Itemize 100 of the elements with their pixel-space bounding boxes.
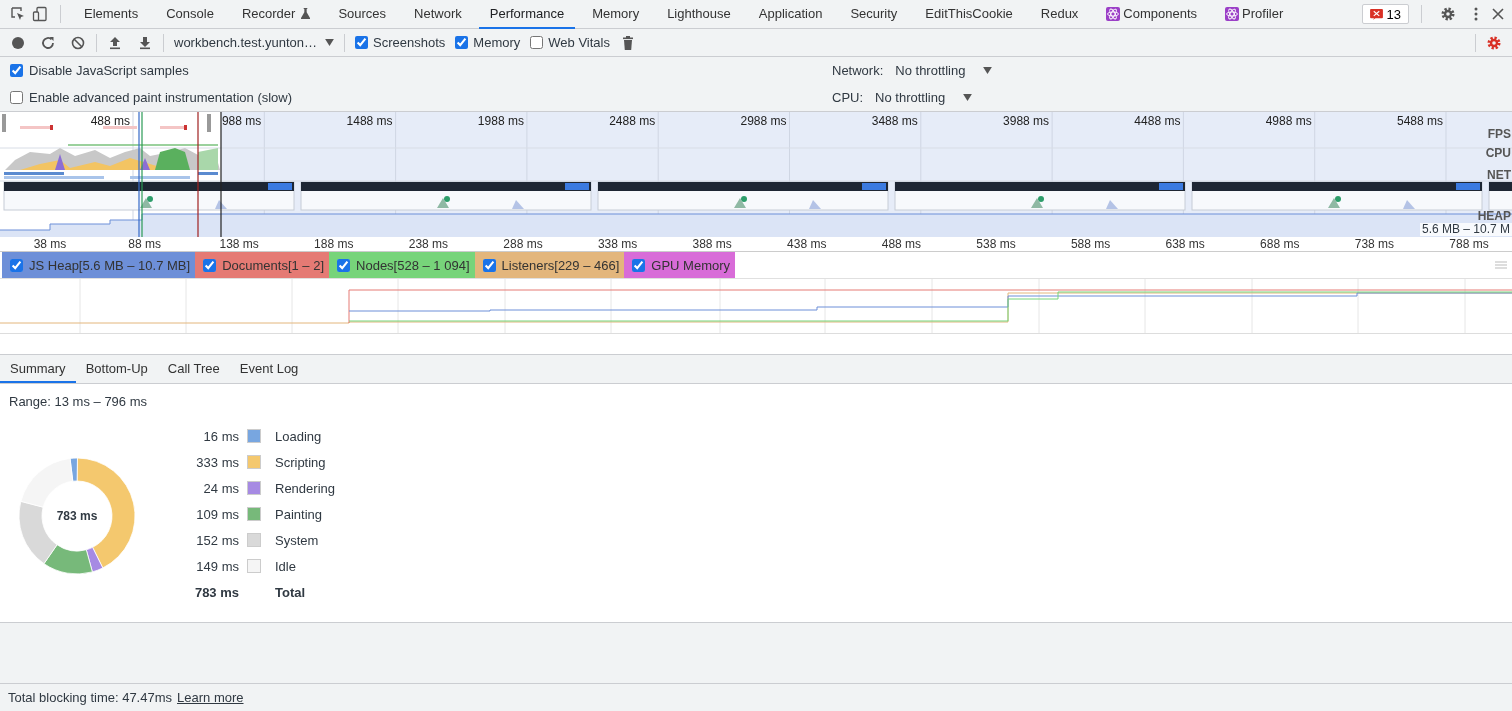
- checkbox[interactable]: [203, 258, 217, 272]
- details-tab[interactable]: Bottom-Up: [75, 355, 158, 383]
- panel-tab[interactable]: Memory: [581, 0, 651, 29]
- track-label: CPU: [1485, 147, 1511, 160]
- panel-tab[interactable]: Sources: [327, 0, 398, 29]
- time-value: 109 ms: [195, 506, 239, 522]
- time-tick: 3488 ms: [871, 114, 918, 128]
- details-tab[interactable]: Call Tree: [157, 355, 230, 383]
- counter-toggle[interactable]: Listeners[229 – 466]: [474, 252, 625, 278]
- panel-tab[interactable]: Network: [403, 0, 473, 29]
- checkbox[interactable]: [10, 91, 23, 104]
- throttling-select[interactable]: No throttling: [869, 89, 979, 106]
- track-label: NET: [1487, 169, 1511, 182]
- throttling-label: Network:: [832, 63, 884, 78]
- inspect-icon[interactable]: [10, 6, 26, 22]
- checkbox-label: Disable JavaScript samples: [29, 63, 189, 78]
- panel-tab[interactable]: Lighthouse: [656, 0, 742, 29]
- reload-icon[interactable]: [40, 34, 56, 51]
- category-label: System: [275, 532, 320, 548]
- panel-tab[interactable]: Console: [155, 0, 225, 29]
- range-text: Range: 13 ms – 796 ms: [9, 394, 149, 409]
- upload-icon[interactable]: [107, 34, 123, 51]
- ruler-tick: 738 ms: [1354, 237, 1395, 251]
- issues-badge[interactable]: 13: [1361, 4, 1409, 24]
- clear-icon[interactable]: [70, 34, 86, 51]
- ruler-tick: 488 ms: [881, 237, 922, 251]
- message-icon: [1369, 8, 1383, 20]
- ruler-tick: 538 ms: [976, 237, 1016, 251]
- total-time: 783 ms: [193, 584, 239, 600]
- panel-tab[interactable]: Security: [839, 0, 909, 29]
- panel-tab[interactable]: Application: [747, 0, 834, 29]
- checkbox-label: Enable advanced paint instrumentation (slow): [29, 90, 293, 105]
- details-tab[interactable]: Summary: [0, 355, 76, 383]
- drag-handle-icon[interactable]: [1495, 261, 1507, 269]
- ruler-tick: 388 ms: [692, 237, 732, 251]
- time-value: 16 ms: [202, 428, 239, 444]
- caret-icon: [983, 67, 993, 74]
- ruler-tick: 138 ms: [219, 237, 259, 251]
- ruler-tick: 238 ms: [408, 237, 449, 251]
- flask-icon: [301, 8, 311, 19]
- download-icon[interactable]: [137, 34, 153, 51]
- counter-toggle[interactable]: Documents[1 – 2]: [195, 252, 330, 278]
- ruler-tick: 338 ms: [597, 237, 638, 251]
- time-tick: 3988 ms: [1003, 114, 1050, 128]
- settings-icon[interactable]: [1440, 6, 1456, 22]
- time-tick: 4988 ms: [1265, 114, 1312, 128]
- time-tick: 1988 ms: [477, 114, 524, 128]
- panel-tab[interactable]: Redux: [1029, 0, 1090, 29]
- time-value: 24 ms: [202, 480, 239, 496]
- panel-tab[interactable]: EditThisCookie: [914, 0, 1024, 29]
- throttling-select[interactable]: No throttling: [889, 62, 999, 79]
- checkbox[interactable]: [530, 36, 544, 49]
- counter-label: GPU Memory: [651, 257, 731, 273]
- counter-label: Listeners[229 – 466]: [501, 257, 620, 273]
- ruler-tick: 38 ms: [33, 237, 67, 251]
- counter-toggle[interactable]: Nodes[528 – 1 094]: [329, 252, 475, 278]
- timeline-overview-drawing[interactable]: [0, 112, 1512, 237]
- counter-toggle[interactable]: JS Heap[5.6 MB – 10.7 MB]: [2, 252, 196, 278]
- checkbox[interactable]: [632, 258, 646, 272]
- settings-icon[interactable]: [1486, 34, 1502, 51]
- panel-tab[interactable]: Profiler: [1214, 0, 1295, 29]
- atom-icon: [1225, 6, 1240, 21]
- checkbox-label: Web Vitals: [548, 35, 610, 50]
- learn-more-link[interactable]: Learn more: [177, 690, 244, 705]
- profile-select[interactable]: workbench.test.yunton…: [174, 35, 335, 50]
- caret-icon: [963, 94, 973, 101]
- track-label: FPS: [1487, 128, 1511, 141]
- ruler-tick: 638 ms: [1165, 237, 1205, 251]
- counter-toggle[interactable]: GPU Memory: [624, 252, 736, 278]
- panel-tab[interactable]: Elements: [73, 0, 150, 29]
- checkbox[interactable]: [355, 36, 369, 49]
- counter-label: Documents[1 – 2]: [222, 257, 325, 273]
- donut-total: 783 ms: [56, 509, 98, 523]
- time-tick: 1488 ms: [346, 114, 393, 128]
- total-label: Total: [275, 584, 307, 600]
- category-label: Scripting: [275, 454, 327, 470]
- device-icon[interactable]: [32, 6, 48, 22]
- panel-tab[interactable]: Recorder: [230, 0, 322, 29]
- counter-label: Nodes[528 – 1 094]: [356, 257, 470, 273]
- ruler-tick: 688 ms: [1260, 237, 1300, 251]
- ruler-tick: 188 ms: [314, 237, 354, 251]
- close-icon[interactable]: [1490, 6, 1506, 22]
- checkbox-label: Screenshots: [373, 35, 446, 50]
- time-tick: 4488 ms: [1134, 114, 1181, 128]
- time-value: 149 ms: [195, 558, 239, 574]
- panel-tab[interactable]: Components: [1095, 0, 1209, 29]
- time-value: 333 ms: [195, 454, 239, 470]
- details-tab[interactable]: Event Log: [229, 355, 309, 383]
- checkbox[interactable]: [337, 258, 351, 272]
- checkbox[interactable]: [10, 258, 23, 272]
- ruler-tick: 288 ms: [503, 237, 543, 251]
- ruler-tick: 788 ms: [1449, 237, 1489, 251]
- checkbox[interactable]: [455, 36, 469, 49]
- caret-icon: [325, 39, 335, 46]
- checkbox-label: Memory: [473, 35, 521, 50]
- checkbox[interactable]: [10, 64, 23, 77]
- record-icon[interactable]: [10, 34, 26, 51]
- atom-icon: [1106, 6, 1121, 21]
- time-tick: 5488 ms: [1396, 114, 1443, 128]
- checkbox[interactable]: [482, 258, 496, 272]
